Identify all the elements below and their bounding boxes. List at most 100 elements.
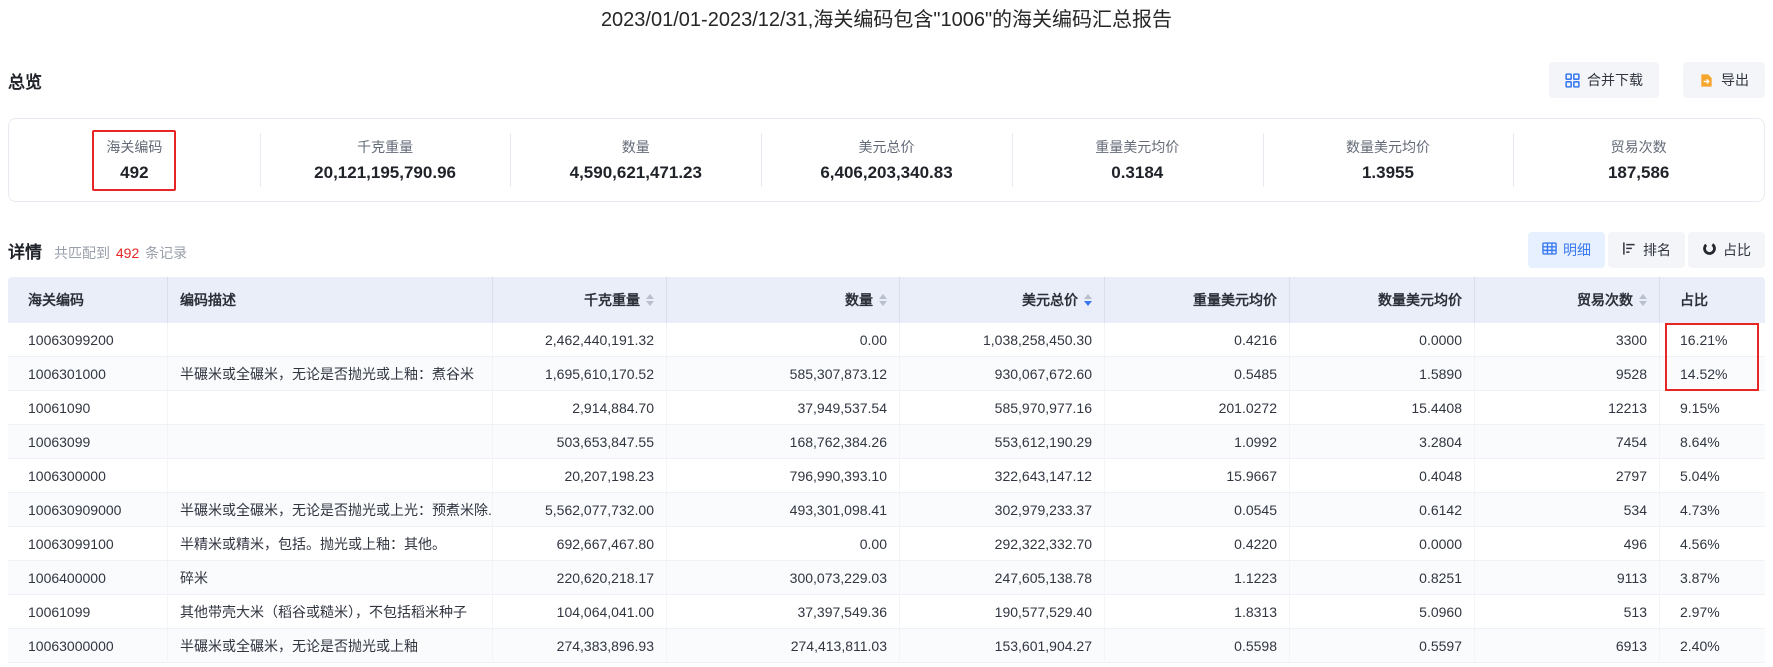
cell-kg: 2,462,440,191.32 <box>493 323 667 356</box>
cell-kg: 274,383,896.93 <box>493 629 667 662</box>
cell-code: 100630909000 <box>8 493 168 526</box>
cell-share: 8.64% <box>1660 425 1765 458</box>
card-value: 492 <box>120 162 148 184</box>
merge-download-icon <box>1565 73 1580 88</box>
tab-ranking[interactable]: 排名 <box>1608 232 1685 268</box>
cell-qty_avg: 15.4408 <box>1290 391 1475 424</box>
card-value: 20,121,195,790.96 <box>314 162 456 184</box>
table-row: 100610902,914,884.7037,949,537.54585,970… <box>8 391 1765 425</box>
cell-trades: 6913 <box>1475 629 1660 662</box>
column-header-qty[interactable]: 数量 <box>667 277 900 323</box>
table-row: 100630992002,462,440,191.320.001,038,258… <box>8 323 1765 357</box>
column-header-trades[interactable]: 贸易次数 <box>1475 277 1660 323</box>
cell-qty: 585,307,873.12 <box>667 357 900 390</box>
card-value: 1.3955 <box>1362 162 1414 184</box>
cell-qty: 493,301,098.41 <box>667 493 900 526</box>
sort-icon[interactable] <box>879 294 887 306</box>
cell-kg_avg: 0.4220 <box>1105 527 1290 560</box>
table-row: 100630000020,207,198.23796,990,393.10322… <box>8 459 1765 493</box>
column-header-share: 占比 <box>1660 277 1765 323</box>
cell-kg_avg: 0.5485 <box>1105 357 1290 390</box>
cell-share: 16.21% <box>1660 323 1765 356</box>
detail-table: 海关编码 编码描述 千克重量 数量 美元总价 重量美元均价 数量美元均价贸易次数占比 100… <box>8 277 1765 663</box>
cell-qty_avg: 3.2804 <box>1290 425 1475 458</box>
card-kg-weight: 千克重量 20,121,195,790.96 <box>260 119 511 201</box>
table-header: 海关编码 编码描述 千克重量 数量 美元总价 重量美元均价 数量美元均价贸易次数占比 <box>8 277 1765 323</box>
export-icon <box>1699 73 1714 88</box>
merge-download-button[interactable]: 合并下载 <box>1549 62 1659 98</box>
card-usd-per-quantity: 数量美元均价 1.3955 <box>1263 119 1514 201</box>
table-row: 10063099503,653,847.55168,762,384.26553,… <box>8 425 1765 459</box>
column-label: 海关编码 <box>28 290 84 310</box>
column-header-usd[interactable]: 美元总价 <box>900 277 1105 323</box>
match-summary: 共匹配到 492 条记录 <box>54 243 187 263</box>
table-row: 100630909000半碾米或全碾米，无论是否抛光或上光：预煮米除...5,5… <box>8 493 1765 527</box>
cell-desc: 半碾米或全碾米，无论是否抛光或上光：预煮米除... <box>168 493 493 526</box>
column-label: 数量美元均价 <box>1378 290 1462 310</box>
sort-icon[interactable] <box>1084 294 1092 306</box>
card-value: 4,590,621,471.23 <box>570 162 702 184</box>
column-label: 数量 <box>845 290 873 310</box>
cell-trades: 12213 <box>1475 391 1660 424</box>
details-heading-group: 详情 共匹配到 492 条记录 <box>8 238 187 263</box>
column-header-kg[interactable]: 千克重量 <box>493 277 667 323</box>
card-label: 海关编码 <box>106 137 162 157</box>
table-row: 1006301000半碾米或全碾米，无论是否抛光或上釉：煮谷米1,695,610… <box>8 357 1765 391</box>
table-icon <box>1542 241 1557 259</box>
table-row: 10063099100半精米或精米，包括。抛光或上釉：其他。692,667,46… <box>8 527 1765 561</box>
cell-trades: 3300 <box>1475 323 1660 356</box>
card-usd-total: 美元总价 6,406,203,340.83 <box>761 119 1012 201</box>
cell-share: 2.40% <box>1660 629 1765 662</box>
cell-qty: 300,073,229.03 <box>667 561 900 594</box>
cell-usd: 585,970,977.16 <box>900 391 1105 424</box>
cell-kg: 692,667,467.80 <box>493 527 667 560</box>
cell-kg_avg: 1.8313 <box>1105 595 1290 628</box>
column-header-qty_avg: 数量美元均价 <box>1290 277 1475 323</box>
card-value: 6,406,203,340.83 <box>820 162 952 184</box>
card-label: 美元总价 <box>859 137 915 157</box>
cell-kg: 5,562,077,732.00 <box>493 493 667 526</box>
tab-share[interactable]: 占比 <box>1688 232 1765 268</box>
cell-qty: 168,762,384.26 <box>667 425 900 458</box>
export-label: 导出 <box>1721 70 1749 90</box>
cell-share: 4.73% <box>1660 493 1765 526</box>
sort-icon[interactable] <box>646 294 654 306</box>
cell-desc: 半碾米或全碾米，无论是否抛光或上釉：煮谷米 <box>168 357 493 390</box>
cell-kg_avg: 1.1223 <box>1105 561 1290 594</box>
pie-icon <box>1702 241 1717 259</box>
cell-qty_avg: 0.0000 <box>1290 323 1475 356</box>
cell-desc: 半精米或精米，包括。抛光或上釉：其他。 <box>168 527 493 560</box>
overview-cards: 海关编码 492 千克重量 20,121,195,790.96 数量 4,590… <box>8 118 1765 202</box>
cell-qty_avg: 0.8251 <box>1290 561 1475 594</box>
cell-usd: 247,605,138.78 <box>900 561 1105 594</box>
cell-trades: 2797 <box>1475 459 1660 492</box>
column-header-desc: 编码描述 <box>168 277 493 323</box>
tab-detail[interactable]: 明细 <box>1528 232 1605 268</box>
cell-kg: 220,620,218.17 <box>493 561 667 594</box>
cell-kg_avg: 0.0545 <box>1105 493 1290 526</box>
cell-qty: 796,990,393.10 <box>667 459 900 492</box>
column-label: 美元总价 <box>1022 290 1078 310</box>
cell-usd: 302,979,233.37 <box>900 493 1105 526</box>
cell-qty: 0.00 <box>667 527 900 560</box>
column-label: 编码描述 <box>180 290 236 310</box>
cell-qty_avg: 5.0960 <box>1290 595 1475 628</box>
match-count: 492 <box>114 245 141 261</box>
cell-trades: 534 <box>1475 493 1660 526</box>
cell-trades: 9528 <box>1475 357 1660 390</box>
cell-qty_avg: 0.6142 <box>1290 493 1475 526</box>
overview-section-bar: 总览 合并下载 导出 <box>8 62 1765 98</box>
cell-qty_avg: 0.5597 <box>1290 629 1475 662</box>
cell-desc <box>168 391 493 424</box>
cell-desc <box>168 323 493 356</box>
sort-icon[interactable] <box>1639 294 1647 306</box>
cell-kg: 1,695,610,170.52 <box>493 357 667 390</box>
ranking-icon <box>1622 241 1637 259</box>
page-title: 2023/01/01-2023/12/31,海关编码包含"1006"的海关编码汇… <box>8 8 1765 32</box>
export-button[interactable]: 导出 <box>1683 62 1765 98</box>
cell-usd: 930,067,672.60 <box>900 357 1105 390</box>
column-header-kg_avg: 重量美元均价 <box>1105 277 1290 323</box>
cell-code: 10061090 <box>8 391 168 424</box>
column-label: 重量美元均价 <box>1193 290 1277 310</box>
cell-trades: 513 <box>1475 595 1660 628</box>
